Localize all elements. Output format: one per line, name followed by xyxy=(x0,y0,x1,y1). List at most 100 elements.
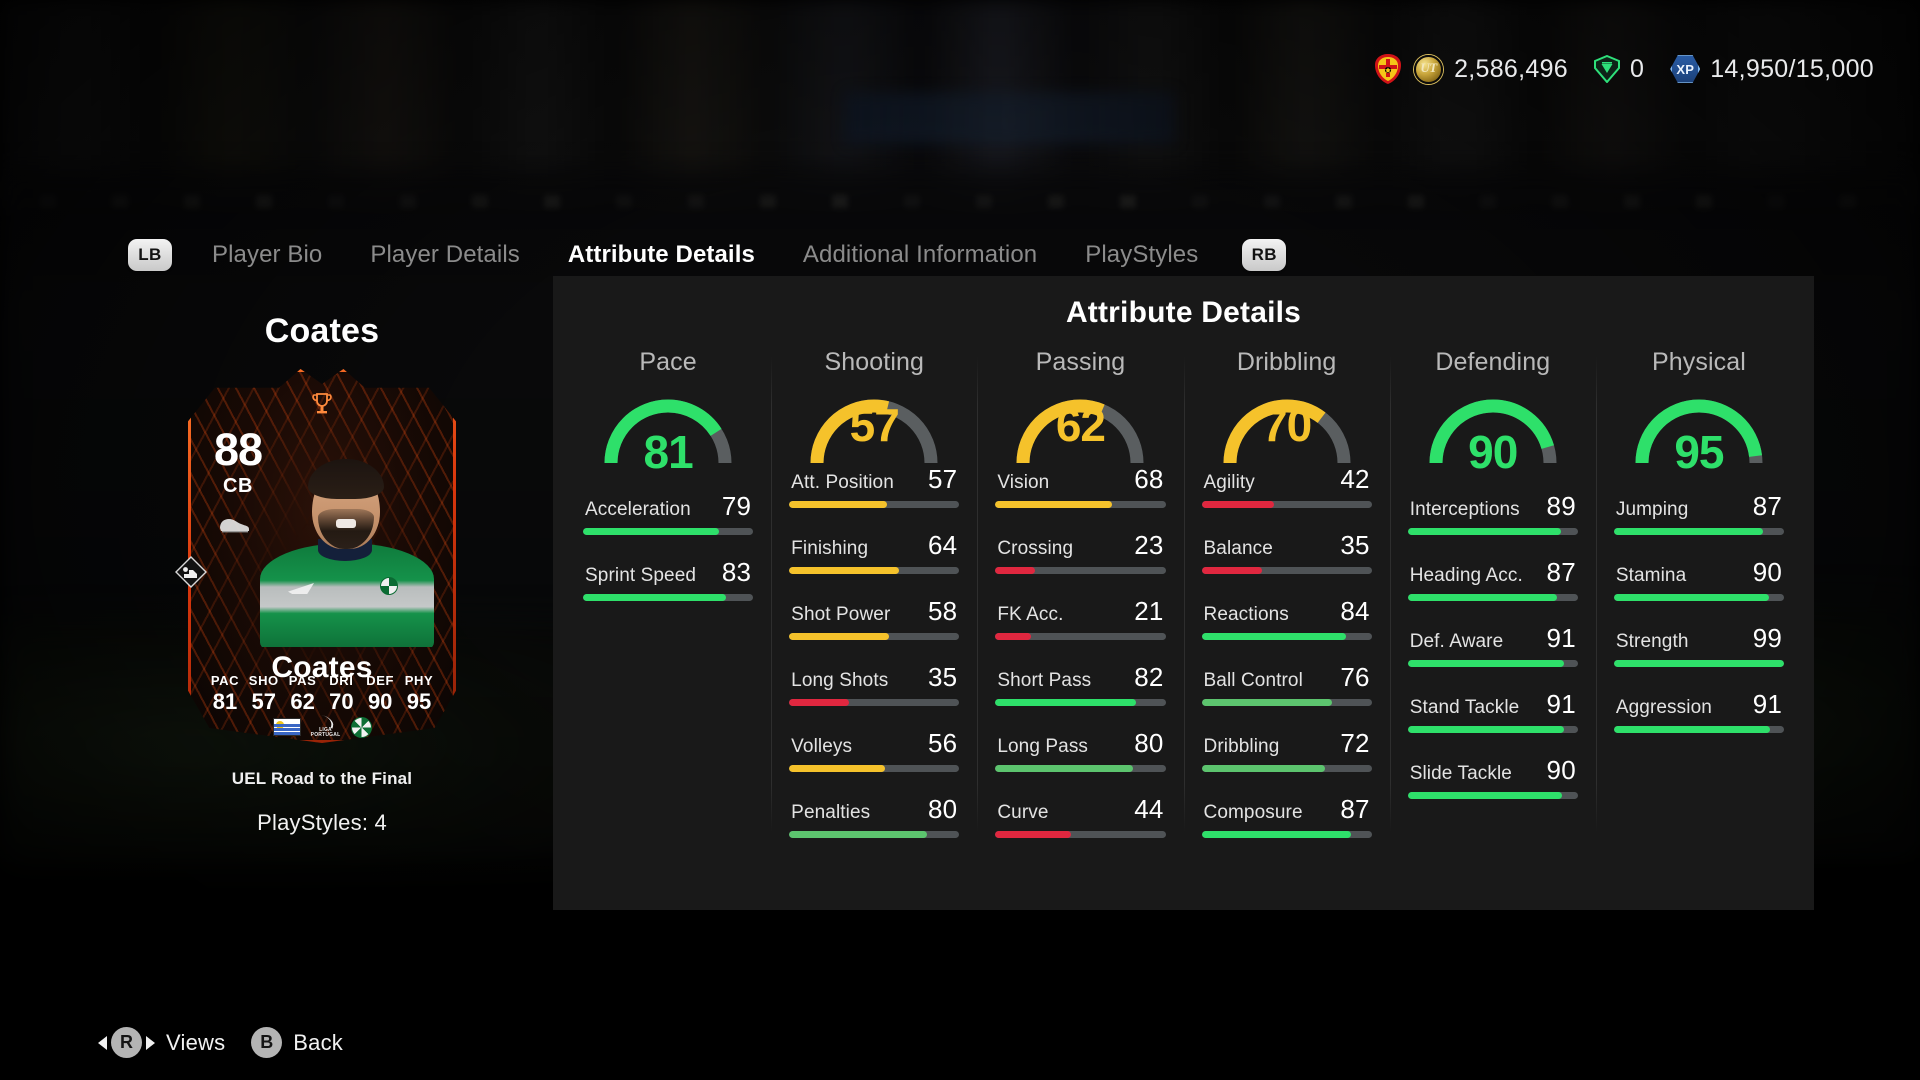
tab-player-bio[interactable]: Player Bio xyxy=(188,241,346,269)
sub-attribute-label: FK Acc. xyxy=(997,604,1064,625)
sub-attribute-bar xyxy=(1407,528,1578,535)
currency-hud: UT 2,586,496 0 XP 14,950/15,000 xyxy=(1373,52,1874,86)
sub-attribute-label: Stand Tackle xyxy=(1409,697,1520,718)
sub-attribute-row: Interceptions 89 xyxy=(1407,491,1578,535)
attribute-column-passing: Passing 62 Vision 68 Crossing 23 FK Acc. 21 Shor… xyxy=(977,344,1183,860)
sub-attribute-value: 87 xyxy=(1340,794,1370,824)
sub-attribute-bar-fill xyxy=(789,765,886,772)
sub-attribute-label: Slide Tackle xyxy=(1409,763,1512,784)
sub-attribute-bar xyxy=(1201,765,1372,772)
sub-attribute-label: Reactions xyxy=(1203,604,1289,625)
sub-attribute-value: 35 xyxy=(1340,530,1370,560)
sub-attribute-label: Interceptions xyxy=(1409,499,1520,520)
card-playstyles-count: PlayStyles: 4 xyxy=(257,810,387,835)
player-card-pane: Coates 88 CB Coates PAC 81 SHO 57 PAS 62… xyxy=(106,276,538,910)
sub-attribute-bar xyxy=(1407,726,1578,733)
sub-attribute-bar-fill xyxy=(1407,528,1561,535)
attribute-gauge-value: 81 xyxy=(643,426,693,478)
sub-attribute-bar-fill xyxy=(1407,792,1563,799)
nation-flag-icon xyxy=(272,718,301,736)
attribute-gauge-value: 95 xyxy=(1674,426,1724,478)
sub-attribute-bar-fill xyxy=(995,765,1133,772)
sub-attribute-row: Stamina 90 xyxy=(1613,557,1785,601)
sub-attribute-row: Penalties 80 xyxy=(789,794,960,838)
attribute-gauge-defending: 90 xyxy=(1418,389,1568,475)
sub-attribute-bar-fill xyxy=(1613,660,1785,667)
sub-attribute-row: Shot Power 58 xyxy=(789,596,960,640)
sub-attribute-bar xyxy=(1201,699,1372,706)
sub-attribute-header: Composure 87 xyxy=(1202,794,1372,831)
sub-attribute-bar-fill xyxy=(995,831,1071,838)
sub-attribute-header: Volleys 56 xyxy=(789,728,959,765)
card-badges: LIGA PORTUGAL xyxy=(188,714,456,738)
sub-attribute-value: 91 xyxy=(1752,689,1783,719)
sub-attribute-label: Long Shots xyxy=(791,670,889,691)
sub-attribute-bar xyxy=(995,567,1166,574)
sub-attribute-value: 84 xyxy=(1340,596,1370,626)
sub-attribute-list: Agility 42 Balance 35 Reactions 84 Ball Contro… xyxy=(1201,464,1372,860)
card-stat-key: DRI xyxy=(329,673,354,688)
club-badge-icon xyxy=(350,716,372,738)
sub-attribute-bar-fill xyxy=(1201,699,1333,706)
card-stat-dri: DRI 70 xyxy=(322,673,360,715)
power-header-playstyle-icon xyxy=(174,555,208,589)
card-subtitle: UEL Road to the Final xyxy=(231,769,413,788)
sub-attribute-header: Stamina 90 xyxy=(1614,557,1784,594)
sub-attribute-row: Curve 44 xyxy=(995,794,1166,838)
sub-attribute-value: 87 xyxy=(1752,491,1783,521)
sub-attribute-bar xyxy=(789,567,960,574)
b-button-icon: B xyxy=(251,1027,283,1058)
sub-attribute-label: Strength xyxy=(1615,631,1689,652)
sub-attribute-bar-fill xyxy=(995,501,1113,508)
sub-attribute-value: 80 xyxy=(928,794,958,824)
left-bumper-badge[interactable]: LB xyxy=(128,239,172,271)
sub-attribute-bar xyxy=(1201,831,1372,838)
sub-attribute-value: 35 xyxy=(928,662,958,692)
hint-back-label: Back xyxy=(293,1029,344,1055)
card-stat-sho: SHO 57 xyxy=(245,673,283,715)
attribute-gauge-shooting: 57 xyxy=(799,389,949,464)
player-item-card[interactable]: 88 CB Coates PAC 81 SHO 57 PAS 62 DRI 70… xyxy=(175,369,456,743)
right-bumper-badge[interactable]: RB xyxy=(1242,239,1287,271)
sub-attribute-label: Stamina xyxy=(1615,565,1687,586)
sub-attribute-row: Dribbling 72 xyxy=(1201,728,1372,772)
sub-attribute-bar-fill xyxy=(789,501,888,508)
attribute-gauge-value: 57 xyxy=(849,399,900,451)
sub-attribute-label: Acceleration xyxy=(585,499,691,520)
sub-attribute-label: Curve xyxy=(997,802,1049,823)
attribute-gauge-dribbling: 70 xyxy=(1212,389,1362,464)
sub-attribute-value: 87 xyxy=(1546,557,1576,587)
sub-attribute-bar-fill xyxy=(1201,765,1326,772)
sub-attribute-row: FK Acc. 21 xyxy=(995,596,1166,640)
xp-group: XP 14,950/15,000 xyxy=(1644,54,1874,84)
sub-attribute-row: Finishing 64 xyxy=(789,530,960,574)
tab-attribute-details[interactable]: Attribute Details xyxy=(544,241,779,269)
tab-playstyles[interactable]: PlayStyles xyxy=(1061,241,1222,269)
sub-attribute-bar-fill xyxy=(1201,567,1262,574)
sub-attribute-row: Reactions 84 xyxy=(1201,596,1372,640)
sub-attribute-list: Vision 68 Crossing 23 FK Acc. 21 Short Pass 82 L… xyxy=(995,464,1166,860)
sub-attribute-header: Aggression 91 xyxy=(1614,689,1784,726)
attribute-gauge-pace: 81 xyxy=(593,389,743,475)
sub-attribute-value: 91 xyxy=(1546,623,1576,653)
sub-attribute-label: Crossing xyxy=(997,538,1074,559)
card-stat-def: DEF 90 xyxy=(361,673,399,715)
league-logo-icon: LIGA PORTUGAL xyxy=(311,714,340,738)
sub-attribute-value: 99 xyxy=(1752,623,1783,653)
sub-attribute-bar xyxy=(1201,501,1372,508)
hint-back[interactable]: B Back xyxy=(251,1027,343,1058)
tab-player-details[interactable]: Player Details xyxy=(346,241,543,269)
panel-title: Attribute Details xyxy=(1065,296,1302,329)
attribute-column-pace: Pace 81 Acceleration 79 Sprint Speed 83 xyxy=(565,344,771,860)
tab-additional-information[interactable]: Additional Information xyxy=(779,241,1061,269)
sub-attribute-value: 82 xyxy=(1134,662,1164,692)
fc-points-group: 0 xyxy=(1568,55,1644,84)
page-title: Coates xyxy=(264,312,380,350)
sub-attribute-label: Dribbling xyxy=(1203,736,1280,757)
attribute-column-physical: Physical 95 Jumping 87 Stamina 90 Strength 99 Ag… xyxy=(1595,344,1802,860)
hint-views[interactable]: R Views xyxy=(98,1027,225,1058)
sub-attribute-list: Jumping 87 Stamina 90 Strength 99 Aggression 91 xyxy=(1613,491,1785,755)
attribute-column-title: Physical xyxy=(1651,348,1746,376)
arrow-left-icon xyxy=(98,1035,107,1050)
sub-attribute-label: Jumping xyxy=(1615,499,1689,520)
